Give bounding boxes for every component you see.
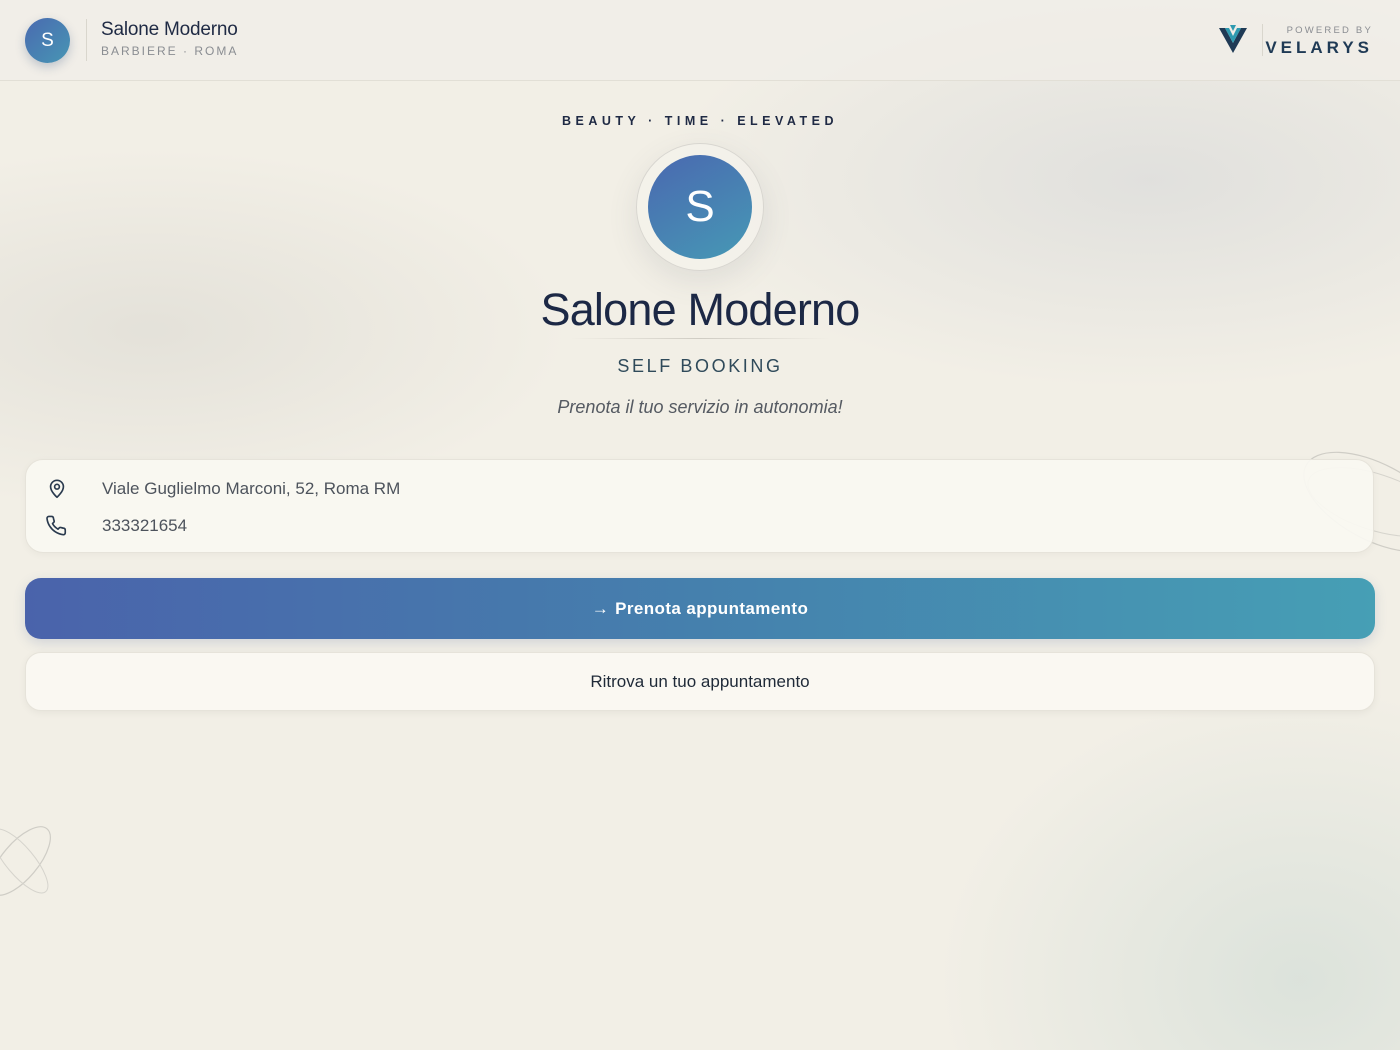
hero-avatar: S	[648, 155, 752, 259]
book-appointment-label: Prenota appuntamento	[615, 598, 809, 618]
top-header: S Salone Moderno BARBIERE · ROMA POWERED…	[0, 0, 1400, 81]
find-appointment-button[interactable]: Ritrova un tuo appuntamento	[25, 652, 1375, 711]
velarys-logo-icon	[1219, 25, 1247, 53]
page-description: Prenota il tuo servizio in autonomia!	[557, 397, 843, 417]
book-appointment-button[interactable]: → Prenota appuntamento	[25, 578, 1375, 639]
phone-icon	[46, 515, 67, 536]
find-appointment-label: Ritrova un tuo appuntamento	[590, 671, 810, 691]
map-pin-icon	[49, 479, 65, 499]
tagline: BEAUTY · TIME · ELEVATED	[561, 114, 839, 128]
header-salon-subtitle: BARBIERE · ROMA	[101, 44, 239, 58]
page-subtitle: SELF BOOKING	[617, 356, 783, 376]
phone-text[interactable]: 333321654	[102, 516, 187, 536]
arrow-right-icon: →	[591, 598, 610, 618]
brand-divider	[1262, 24, 1263, 56]
powered-by-label: POWERED BY	[1286, 25, 1373, 36]
header-divider	[86, 19, 87, 61]
orbit-decoration-left	[0, 826, 51, 896]
title-divider	[570, 338, 830, 339]
salon-info-card: Viale Guglielmo Marconi, 52, Roma RM 333…	[25, 459, 1374, 553]
header-salon-name: Salone Moderno	[101, 19, 238, 40]
salon-avatar: S	[25, 18, 70, 63]
page-title: Salone Moderno	[540, 284, 860, 335]
brand-name: VELARYS	[1265, 38, 1373, 57]
address-text: Viale Guglielmo Marconi, 52, Roma RM	[102, 479, 401, 498]
